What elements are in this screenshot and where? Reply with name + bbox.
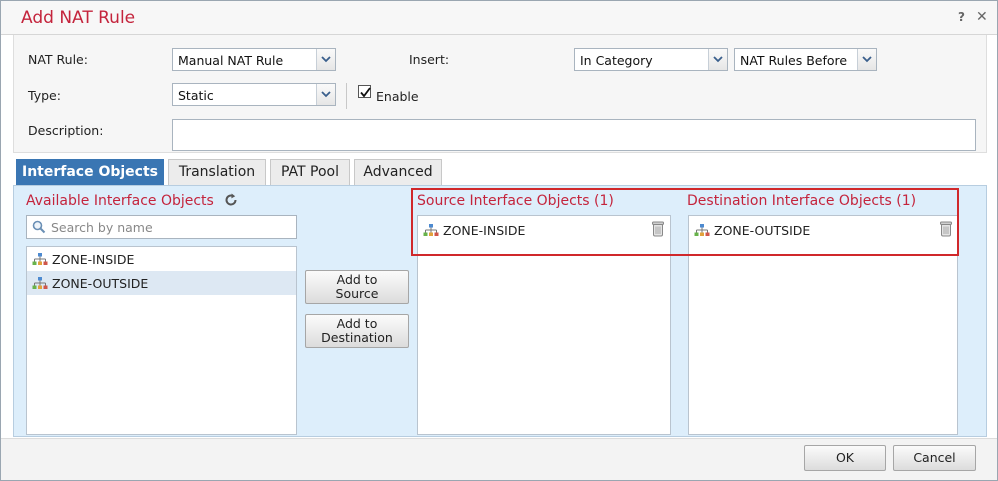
type-select[interactable]: Static bbox=[172, 83, 336, 106]
trash-icon[interactable] bbox=[652, 221, 664, 240]
network-icon bbox=[423, 224, 439, 240]
available-objects-title: Available Interface Objects bbox=[26, 193, 214, 209]
close-icon[interactable]: ✕ bbox=[976, 9, 988, 25]
network-icon bbox=[32, 253, 48, 269]
rule-form: NAT Rule: Manual NAT Rule Insert: In Cat… bbox=[13, 35, 987, 153]
insert-position-select[interactable]: NAT Rules Before bbox=[734, 48, 877, 71]
chevron-down-icon[interactable] bbox=[316, 49, 335, 70]
help-icon[interactable]: ? bbox=[958, 10, 965, 24]
list-item-label: ZONE-INSIDE bbox=[443, 223, 526, 238]
nat-rule-label: NAT Rule: bbox=[28, 52, 88, 67]
list-item[interactable]: ZONE-OUTSIDE bbox=[27, 271, 296, 295]
search-input[interactable] bbox=[51, 218, 291, 236]
type-label: Type: bbox=[28, 88, 61, 103]
list-item[interactable]: ZONE-INSIDE bbox=[418, 216, 670, 244]
add-nat-rule-dialog: Add NAT Rule ? ✕ NAT Rule: Manual NAT Ru… bbox=[0, 0, 998, 481]
available-objects-list: ZONE-INSIDE ZONE-OUTSIDE bbox=[26, 246, 297, 435]
list-item-label: ZONE-OUTSIDE bbox=[52, 276, 149, 291]
chevron-down-icon[interactable] bbox=[316, 84, 335, 105]
add-to-source-line2: Source bbox=[335, 286, 379, 301]
list-item[interactable]: ZONE-OUTSIDE bbox=[689, 216, 957, 244]
add-to-destination-line2: Destination bbox=[321, 330, 393, 345]
chevron-down-icon[interactable] bbox=[708, 49, 727, 70]
description-label: Description: bbox=[28, 123, 104, 138]
add-to-source-button[interactable]: Add to Source bbox=[305, 270, 409, 304]
insert-category-value: In Category bbox=[580, 53, 653, 68]
tab-translation[interactable]: Translation bbox=[168, 159, 266, 185]
insert-position-value: NAT Rules Before bbox=[740, 53, 848, 68]
ok-button[interactable]: OK bbox=[804, 445, 886, 471]
search-box[interactable] bbox=[26, 215, 297, 239]
description-input[interactable] bbox=[172, 119, 976, 151]
tab-interface-objects[interactable]: Interface Objects bbox=[16, 159, 164, 185]
tab-advanced[interactable]: Advanced bbox=[354, 159, 442, 185]
interface-objects-panel: Available Interface Objects ZONE-INSIDE … bbox=[13, 185, 987, 437]
nat-rule-select[interactable]: Manual NAT Rule bbox=[172, 48, 336, 71]
enable-checkbox[interactable] bbox=[358, 85, 371, 98]
network-icon bbox=[694, 224, 710, 240]
insert-label: Insert: bbox=[409, 52, 450, 67]
search-icon bbox=[32, 220, 46, 238]
insert-category-select[interactable]: In Category bbox=[574, 48, 728, 71]
add-to-destination-button[interactable]: Add to Destination bbox=[305, 314, 409, 348]
dialog-title: Add NAT Rule bbox=[21, 8, 136, 28]
nat-rule-select-value: Manual NAT Rule bbox=[178, 53, 284, 68]
add-to-source-line1: Add to bbox=[336, 272, 378, 287]
type-select-value: Static bbox=[178, 88, 214, 103]
network-icon bbox=[32, 277, 48, 293]
refresh-icon[interactable] bbox=[224, 193, 238, 211]
list-item-label: ZONE-INSIDE bbox=[52, 252, 135, 267]
dialog-footer: OK Cancel bbox=[1, 438, 997, 480]
trash-icon[interactable] bbox=[940, 221, 952, 240]
destination-objects-list: ZONE-OUTSIDE bbox=[688, 215, 958, 435]
enable-label: Enable bbox=[376, 89, 419, 104]
source-objects-title: Source Interface Objects (1) bbox=[417, 193, 614, 209]
enable-group: Enable bbox=[346, 83, 419, 109]
add-to-destination-line1: Add to bbox=[336, 316, 378, 331]
tab-pat-pool[interactable]: PAT Pool bbox=[270, 159, 350, 185]
source-objects-list: ZONE-INSIDE bbox=[417, 215, 671, 435]
destination-objects-title: Destination Interface Objects (1) bbox=[687, 193, 917, 209]
title-bar: Add NAT Rule ? ✕ bbox=[1, 1, 997, 35]
chevron-down-icon[interactable] bbox=[857, 49, 876, 70]
list-item[interactable]: ZONE-INSIDE bbox=[27, 247, 296, 271]
list-item-label: ZONE-OUTSIDE bbox=[714, 223, 811, 238]
cancel-button[interactable]: Cancel bbox=[893, 445, 976, 471]
